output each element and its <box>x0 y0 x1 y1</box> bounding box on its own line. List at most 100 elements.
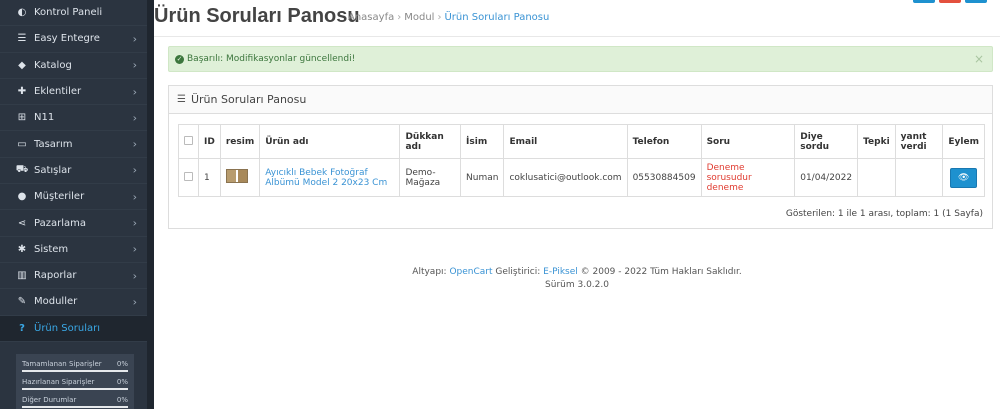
sidebar-item-label: Katalog <box>34 59 72 71</box>
cell-name: Numan <box>460 158 505 197</box>
row-checkbox[interactable] <box>184 171 193 181</box>
questions-table: ID resim Ürün adı Dükkan adı İsim Email … <box>178 124 985 197</box>
stat-progress-bar <box>22 370 128 372</box>
cell-answered <box>894 158 944 197</box>
column-header-image: resim <box>219 124 261 159</box>
table-row: 1 Ayıcıklı Bebek Fotoğraf Albümü Model 2… <box>178 158 985 197</box>
stat-label: Tamamlanan Siparişler <box>22 360 102 368</box>
sidebar-item-satışlar[interactable]: ⛟ Satışlar › <box>0 158 147 185</box>
column-header-name[interactable]: İsim <box>460 124 505 159</box>
product-link[interactable]: Ayıcıklı Bebek Fotoğraf Albümü Model 2 2… <box>265 168 387 188</box>
panel-title: Ürün Soruları Panosu <box>190 93 307 106</box>
column-header-email[interactable]: Email <box>503 124 628 159</box>
top-btn-blue-2[interactable] <box>965 0 987 3</box>
top-btn-blue[interactable] <box>913 0 935 3</box>
stat-other: Diğer Durumlar 0% <box>22 396 128 408</box>
select-all-header <box>178 124 199 159</box>
cog-icon: ✱ <box>17 243 27 255</box>
cell-asked-date: 01/04/2022 <box>794 158 859 197</box>
column-header-asked-date[interactable]: Diye sordu <box>794 124 859 159</box>
sidebar-item-label: Sistem <box>34 243 69 255</box>
chevron-right-icon: › <box>132 269 137 283</box>
share-icon: ⋖ <box>17 217 27 229</box>
sidebar-item-moduller[interactable]: ✎ Moduller › <box>0 289 147 316</box>
opencart-link[interactable]: OpenCart <box>449 267 492 277</box>
cell-shop: Demo-Mağaza <box>399 158 462 197</box>
sidebar-item-label: Easy Entegre <box>34 33 100 45</box>
sidebar-item-label: Raporlar <box>34 270 77 282</box>
order-stats: Tamamlanan Siparişler 0% Hazırlanan Sipar… <box>16 354 134 409</box>
cart-icon: ⛟ <box>15 163 29 175</box>
stat-progress-bar <box>22 388 128 390</box>
column-header-product[interactable]: Ürün adı <box>259 124 401 159</box>
column-header-id[interactable]: ID <box>198 124 221 159</box>
success-alert: ✓ Başarılı: Modifikasyonlar güncellendi!… <box>168 46 993 72</box>
sidebar-item-label: Kontrol Paneli <box>34 7 103 19</box>
breadcrumb-module[interactable]: Modul <box>404 12 434 23</box>
developer-link[interactable]: E-Piksel <box>543 267 578 277</box>
pagination-info: Gösterilen: 1 ile 1 arası, toplam: 1 (1 … <box>785 209 983 219</box>
page-title: Ürün Soruları Panosu <box>154 5 360 27</box>
tags-icon: ◆ <box>18 59 26 71</box>
plug-icon: ✎ <box>17 296 27 308</box>
chevron-right-icon: › <box>132 111 137 125</box>
sidebar-item-eklentiler[interactable]: ✚ Eklentiler › <box>0 79 147 106</box>
sidebar-item-tasarım[interactable]: ▭ Tasarım › <box>0 131 147 158</box>
cell-email: coklusatici@outlook.com <box>503 158 628 197</box>
sitemap-icon: ⊞ <box>17 112 27 124</box>
sidebar-item-label: Eklentiler <box>34 86 82 98</box>
sidebar: ◐ Kontrol Paneli ☰ Easy Entegre › ◆ Katalog › ✚ E… <box>0 0 147 409</box>
sidebar-item-easy-entegre[interactable]: ☰ Easy Entegre › <box>0 26 147 53</box>
footer: Altyapı: OpenCart Geliştirici: E-Piksel … <box>154 266 1000 292</box>
column-header-reaction[interactable]: Tepki <box>857 124 896 159</box>
breadcrumb: Anasayfa › Modul › Ürün Soruları Panosu <box>348 12 549 23</box>
cell-action: 👁 <box>942 158 985 197</box>
bar-chart-icon: ▥ <box>17 270 27 282</box>
cell-image <box>219 158 261 197</box>
row-select-cell <box>178 158 199 197</box>
sidebar-item-pazarlama[interactable]: ⋖ Pazarlama › <box>0 210 147 237</box>
chevron-right-icon: › <box>132 295 137 309</box>
footer-dev-label: Geliştirici: <box>492 267 544 277</box>
list-icon: ☰ <box>177 94 186 105</box>
sidebar-item-n11[interactable]: ⊞ N11 › <box>0 105 147 132</box>
top-btn-red[interactable] <box>939 0 961 3</box>
sidebar-item-müşteriler[interactable]: ● Müşteriler › <box>0 184 147 211</box>
breadcrumb-current[interactable]: Ürün Soruları Panosu <box>444 12 549 23</box>
sidebar-menu: ◐ Kontrol Paneli ☰ Easy Entegre › ◆ Katalog › ✚ E… <box>0 0 147 342</box>
cell-phone: 05530884509 <box>626 158 702 197</box>
sidebar-item-label: Moduller <box>34 296 78 308</box>
sidebar-item-ürün-soruları[interactable]: ? Ürün Soruları <box>0 315 147 342</box>
sidebar-item-katalog[interactable]: ◆ Katalog › <box>0 53 147 79</box>
sidebar-item-label: Müşteriler <box>34 191 85 203</box>
column-header-question[interactable]: Soru <box>700 124 796 159</box>
breadcrumb-home[interactable]: Anasayfa <box>348 12 394 23</box>
close-icon[interactable]: × <box>974 52 984 66</box>
select-all-checkbox[interactable] <box>184 135 193 145</box>
sidebar-item-label: Pazarlama <box>34 217 86 229</box>
column-header-shop[interactable]: Dükkan adı <box>399 124 462 159</box>
sidebar-item-raporlar[interactable]: ▥ Raporlar › <box>0 263 147 290</box>
column-header-answered[interactable]: yanıt verdi <box>894 124 944 159</box>
cell-question: Deneme sorusudur deneme <box>700 158 796 197</box>
question-text: Deneme sorusudur deneme <box>706 162 752 193</box>
view-button[interactable]: 👁 <box>950 167 978 188</box>
table-header-row: ID resim Ürün adı Dükkan adı İsim Email … <box>178 124 985 159</box>
sidebar-item-label: Satışlar <box>34 164 72 176</box>
column-header-phone[interactable]: Telefon <box>626 124 702 159</box>
user-icon: ● <box>17 191 27 203</box>
footer-rights: © 2009 - 2022 Tüm Hakları Saklıdır. <box>577 267 742 277</box>
chevron-right-icon: › <box>132 190 137 204</box>
monitor-icon: ▭ <box>17 138 27 150</box>
product-thumbnail[interactable] <box>225 169 248 183</box>
chevron-right-icon: › <box>132 32 137 46</box>
sidebar-item-sistem[interactable]: ✱ Sistem › <box>0 237 147 263</box>
eye-icon: 👁 <box>957 172 970 183</box>
sidebar-scrollbar[interactable] <box>147 0 154 409</box>
stat-completed: Tamamlanan Siparişler 0% <box>22 360 128 372</box>
chevron-right-icon: › <box>132 216 137 230</box>
puzzle-icon: ✚ <box>17 86 27 98</box>
sidebar-item-kontrol-paneli[interactable]: ◐ Kontrol Paneli <box>0 0 147 27</box>
header-divider <box>154 36 1000 37</box>
footer-prefix: Altyapı: <box>412 267 450 277</box>
